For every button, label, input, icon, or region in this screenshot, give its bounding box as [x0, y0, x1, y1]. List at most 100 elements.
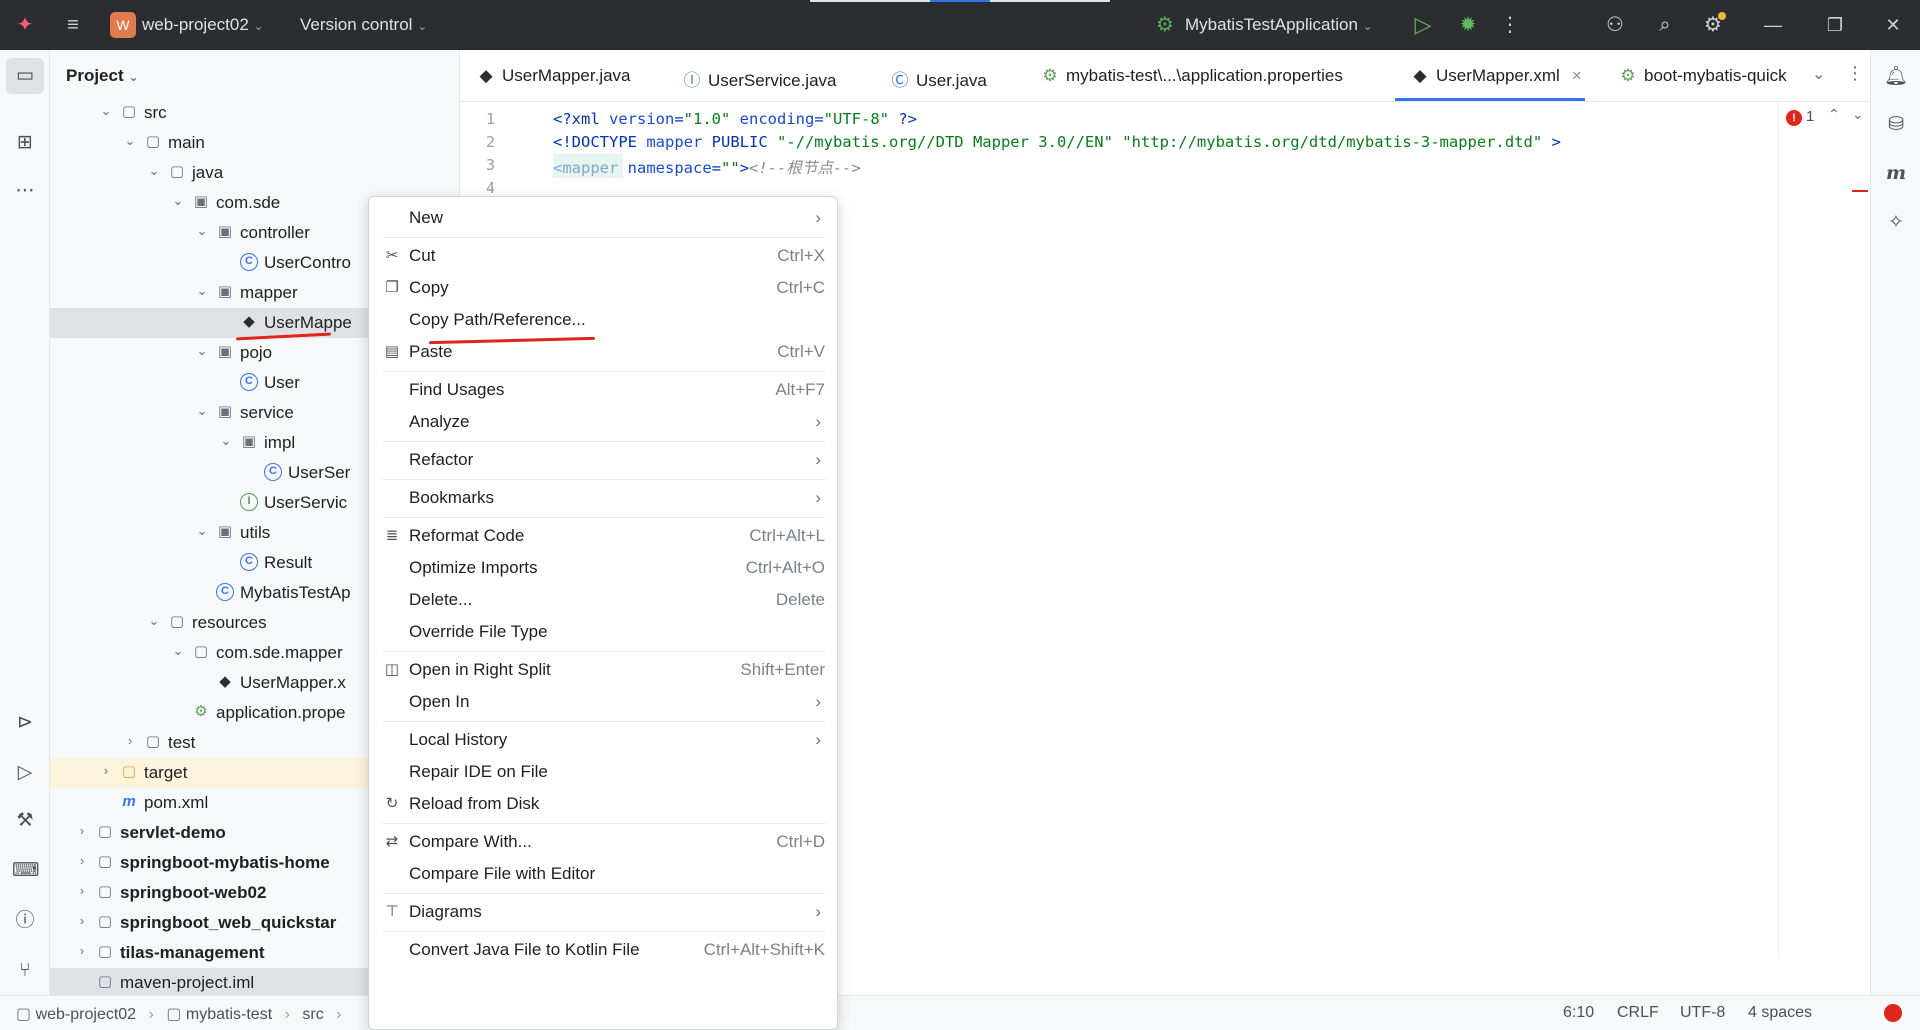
terminal-icon[interactable]: ⌨	[12, 858, 39, 884]
chevron-down-icon[interactable]: ⌄	[170, 193, 186, 209]
restore-icon[interactable]: ❐	[1820, 12, 1850, 38]
menu-item-copy-path-reference[interactable]: Copy Path/Reference...	[369, 305, 837, 335]
line-separator[interactable]: CRLF	[1617, 1004, 1659, 1022]
services-icon[interactable]: ⊳	[12, 710, 38, 736]
next-problem-icon[interactable]: ⌄	[1852, 106, 1864, 123]
chevron-right-icon[interactable]: ›	[74, 823, 90, 838]
chevron-down-icon[interactable]: ⌄	[218, 433, 234, 449]
chevron-down-icon[interactable]: ⌄	[194, 283, 210, 299]
project-panel-title[interactable]: Project ⌄	[66, 66, 138, 86]
file-encoding[interactable]: UTF-8	[1680, 1004, 1725, 1022]
database-icon[interactable]: ⛁	[1883, 112, 1909, 138]
main-menu-icon[interactable]: ≡	[60, 12, 86, 38]
run-icon[interactable]: ▷	[1410, 12, 1436, 38]
chevron-right-icon[interactable]: ›	[98, 763, 114, 778]
editor-tab[interactable]: ⚙ boot-mybatis-quick	[1618, 66, 1794, 86]
menu-item-new[interactable]: New ›	[369, 203, 837, 233]
tree-item[interactable]: ⌄ ▢ src	[50, 98, 459, 128]
run-tool-icon[interactable]: ▷	[12, 760, 38, 786]
chevron-down-icon[interactable]: ⌄	[170, 643, 186, 659]
menu-item-label: Refactor	[409, 450, 474, 469]
close-tab-icon[interactable]: ×	[1572, 66, 1582, 85]
tab-label: UserMapper.java	[502, 66, 631, 85]
more-actions-icon[interactable]: ⋮	[1497, 12, 1523, 38]
maven-icon[interactable]: m	[1883, 160, 1909, 186]
code-line[interactable]: <!DOCTYPE mapper PUBLIC "-//mybatis.org/…	[553, 133, 1561, 151]
menu-item-bookmarks[interactable]: Bookmarks ›	[369, 483, 837, 513]
chevron-down-icon[interactable]: ⌄	[146, 613, 162, 629]
tree-item[interactable]: ⌄ ▢ main	[50, 128, 459, 158]
chevron-right-icon[interactable]: ›	[74, 883, 90, 898]
tree-item-label: com.sde.mapper	[216, 643, 343, 662]
menu-item-find-usages[interactable]: Find Usages Alt+F7	[369, 375, 837, 405]
menu-item-override-file-type[interactable]: Override File Type	[369, 617, 837, 647]
chevron-down-icon[interactable]: ⌄	[194, 523, 210, 539]
editor-tab[interactable]: ◆ UserMapper.xml ×	[1410, 66, 1582, 86]
build-hammer-icon[interactable]: ⚒	[12, 808, 38, 834]
add-user-icon[interactable]: ⚇	[1602, 12, 1628, 38]
menu-item-copy[interactable]: ❐ Copy Ctrl+C	[369, 273, 837, 303]
git-branch-icon[interactable]: ⑂	[12, 958, 38, 984]
breadcrumb-item[interactable]: src	[302, 1006, 323, 1023]
editor-tab[interactable]: Ⓘ UserService.java	[682, 66, 837, 91]
chevron-down-icon[interactable]: ⌄	[98, 103, 114, 119]
menu-item-compare-file-with-editor[interactable]: Compare File with Editor	[369, 859, 837, 889]
menu-item-analyze[interactable]: Analyze ›	[369, 407, 837, 437]
tab-list-chevron-icon[interactable]: ⌄	[1812, 64, 1825, 84]
menu-item-repair-ide-on-file[interactable]: Repair IDE on File	[369, 757, 837, 787]
error-stripe-mark[interactable]	[1852, 190, 1868, 192]
error-icon[interactable]: !	[1786, 110, 1802, 126]
notifications-bell-icon[interactable]: 🔔︎	[1883, 64, 1909, 90]
run-config-dropdown[interactable]: MybatisTestApplication ⌄	[1185, 15, 1373, 35]
close-window-icon[interactable]: ✕	[1878, 12, 1908, 38]
intellij-logo-icon[interactable]: ✦	[12, 12, 38, 38]
chevron-down-icon[interactable]: ⌄	[122, 133, 138, 149]
more-tools-icon[interactable]: ⋯	[12, 178, 38, 204]
chevron-right-icon[interactable]: ›	[74, 913, 90, 928]
menu-item-reload-from-disk[interactable]: ↻ Reload from Disk	[369, 789, 837, 819]
caret-position[interactable]: 6:10	[1563, 1004, 1594, 1022]
menu-item-open-in-right-split[interactable]: ◫ Open in Right Split Shift+Enter	[369, 655, 837, 685]
tab-more-icon[interactable]: ⋮	[1846, 63, 1864, 84]
indent-setting[interactable]: 4 spaces	[1748, 1004, 1812, 1022]
prev-problem-icon[interactable]: ⌃	[1828, 106, 1840, 123]
menu-item-cut[interactable]: ✂ Cut Ctrl+X	[369, 241, 837, 271]
breadcrumb-item[interactable]: mybatis-test	[186, 1006, 272, 1023]
menu-item-diagrams[interactable]: ⊤ Diagrams ›	[369, 897, 837, 927]
ai-assistant-icon[interactable]: ✧	[1883, 210, 1909, 236]
chevron-right-icon[interactable]: ›	[74, 853, 90, 868]
menu-item-open-in[interactable]: Open In ›	[369, 687, 837, 717]
chevron-down-icon[interactable]: ⌄	[146, 163, 162, 179]
debug-icon[interactable]: ✹	[1455, 12, 1481, 38]
error-status-icon[interactable]	[1884, 1004, 1902, 1022]
menu-item-local-history[interactable]: Local History ›	[369, 725, 837, 755]
compare-icon: ⇄	[385, 833, 399, 850]
editor-tab[interactable]: Ⓒ User.java	[890, 66, 987, 91]
menu-item-delete[interactable]: Delete... Delete	[369, 585, 837, 615]
structure-icon[interactable]: ⊞	[12, 130, 38, 156]
chevron-down-icon[interactable]: ⌄	[194, 343, 210, 359]
tree-item[interactable]: ⌄ ▢ java	[50, 158, 459, 188]
chevron-down-icon[interactable]: ⌄	[194, 223, 210, 239]
minimize-icon[interactable]: —	[1758, 12, 1788, 38]
chevron-down-icon[interactable]: ⌄	[194, 403, 210, 419]
menu-item-compare-with[interactable]: ⇄ Compare With... Ctrl+D	[369, 827, 837, 857]
version-control-dropdown[interactable]: Version control ⌄	[300, 15, 427, 35]
chevron-right-icon[interactable]: ›	[74, 943, 90, 958]
menu-item-convert-java-file-to-kotlin-file[interactable]: Convert Java File to Kotlin File Ctrl+Alt…	[369, 935, 837, 965]
problems-icon[interactable]: ⓘ	[12, 908, 38, 934]
menu-item-label: Cut	[409, 246, 436, 265]
breadcrumb-item[interactable]: web-project02	[36, 1006, 137, 1023]
folder-icon[interactable]: ▭	[12, 63, 38, 89]
editor-tab[interactable]: ⚙ mybatis-test\...\application.properties	[1040, 66, 1342, 86]
menu-item-optimize-imports[interactable]: Optimize Imports Ctrl+Alt+O	[369, 553, 837, 583]
project-name-dropdown[interactable]: web-project02 ⌄	[142, 15, 264, 35]
code-line[interactable]: <?xml version="1.0" encoding="UTF-8" ?>	[553, 110, 917, 128]
search-icon[interactable]: ⌕	[1652, 12, 1678, 38]
editor-tab[interactable]: ◆ UserMapper.java	[476, 66, 631, 86]
chevron-right-icon[interactable]: ›	[122, 733, 138, 748]
problems-count[interactable]: 1	[1806, 108, 1814, 125]
menu-item-reformat-code[interactable]: ≣ Reformat Code Ctrl+Alt+L	[369, 521, 837, 551]
menu-item-refactor[interactable]: Refactor ›	[369, 445, 837, 475]
line-number: 1	[485, 110, 495, 128]
